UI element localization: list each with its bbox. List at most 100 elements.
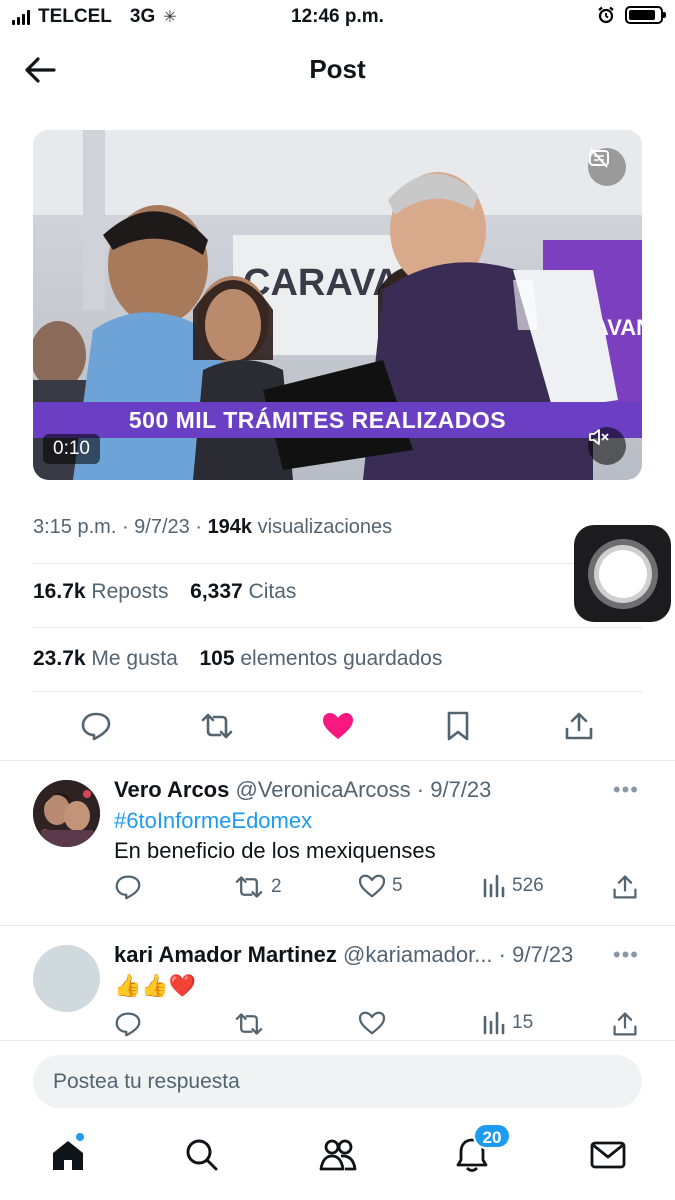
reply-input[interactable]: Postea tu respuesta (33, 1055, 642, 1108)
reply-share-button[interactable] (612, 1011, 638, 1037)
status-bar: TELCEL 3G ✳ 12:46 p.m. (0, 0, 675, 36)
share-icon (613, 1012, 637, 1036)
captions-button[interactable] (588, 148, 626, 186)
volume-muted-icon (589, 429, 609, 445)
tab-search[interactable] (180, 1133, 224, 1177)
repost-stats: 16.7k Reposts 6,337 Citas (33, 580, 296, 604)
reply-views-count: 15 (512, 1012, 534, 1033)
reply-author-handle[interactable]: @kariamador... (343, 942, 493, 967)
reply-repost-count: 2 (271, 876, 282, 897)
reposts-label: Reposts (91, 580, 169, 603)
reply-repost-button[interactable]: 2 (233, 874, 282, 900)
likes-link[interactable]: 23.7k Me gusta (33, 647, 178, 670)
reply-action-bar: 15 (0, 1011, 675, 1041)
heart-filled-icon (323, 713, 353, 739)
likes-label: Me gusta (91, 647, 178, 670)
search-icon (186, 1139, 218, 1171)
reply-header: Vero Arcos @VeronicaArcoss · 9/7/23 (114, 777, 492, 802)
reply-action-bar: 2 5 526 (0, 874, 675, 904)
post-date: 9/7/23 (134, 516, 190, 538)
reply-views-button[interactable]: 15 (482, 1011, 533, 1035)
share-icon (565, 712, 593, 740)
likes-count: 23.7k (33, 647, 86, 670)
bookmark-icon (447, 711, 469, 741)
views-chart-icon (483, 874, 505, 898)
reply-author-handle[interactable]: @VeronicaArcoss (235, 777, 410, 802)
messages-icon (590, 1141, 626, 1169)
retweet-icon (235, 1013, 263, 1035)
divider (33, 691, 642, 692)
reply-repost-button[interactable] (233, 1011, 265, 1037)
tab-messages[interactable] (586, 1133, 630, 1177)
divider (33, 563, 642, 564)
quotes-label: Citas (248, 580, 297, 603)
reposts-count: 16.7k (33, 580, 86, 603)
background-sign-text: CARAVA (243, 262, 400, 304)
share-button[interactable] (561, 708, 597, 744)
retweet-icon (201, 713, 233, 739)
reply-item[interactable]: kari Amador Martinez @kariamador... · 9/… (0, 925, 675, 1040)
status-right (597, 6, 666, 24)
status-time: 12:46 p.m. (291, 6, 384, 27)
views-count: 194k (207, 516, 253, 538)
post-action-bar (0, 700, 675, 752)
more-options-icon[interactable]: ••• (613, 942, 639, 968)
reply-date: 9/7/23 (512, 942, 574, 967)
reply-author-name[interactable]: kari Amador Martinez (114, 942, 337, 967)
hashtag-link[interactable]: #6toInformeEdomex (114, 808, 436, 834)
bookmarks-label: elementos guardados (240, 647, 443, 670)
like-button[interactable] (320, 708, 356, 744)
reply-author-name[interactable]: Vero Arcos (114, 777, 229, 802)
captions-off-icon (589, 148, 609, 168)
reply-body: 👍👍❤️ (114, 973, 197, 998)
heart-icon (358, 1011, 386, 1035)
repost-button[interactable] (199, 708, 235, 744)
video-duration-badge: 0:10 (43, 434, 100, 464)
home-icon (53, 1141, 83, 1170)
assistive-touch-button[interactable] (574, 525, 671, 622)
avatar[interactable] (33, 945, 100, 1012)
post-meta: 3:15 p.m. · 9/7/23 · 194k visualizacione… (33, 516, 393, 538)
quotes-link[interactable]: 6,337 Citas (190, 580, 296, 603)
reply-views-count: 526 (512, 875, 544, 896)
retweet-icon (235, 876, 263, 898)
reply-body: En beneficio de los mexiquenses (114, 838, 436, 863)
reply-like-button[interactable] (358, 1011, 386, 1035)
bookmarks-count: 105 (199, 647, 235, 670)
home-unread-dot (75, 1132, 85, 1142)
tab-communities[interactable] (316, 1133, 360, 1177)
views-label: visualizaciones (257, 516, 393, 538)
reply-like-button[interactable]: 5 (358, 874, 403, 898)
bookmark-button[interactable] (440, 708, 476, 744)
reply-icon (115, 875, 141, 900)
like-stats: 23.7k Me gusta 105 elementos guardados (33, 647, 442, 671)
page-title: Post (309, 54, 366, 84)
reply-views-button[interactable]: 526 (482, 874, 544, 898)
video-banner-text: 500 MIL TRÁMITES REALIZADOS (128, 407, 507, 433)
heart-icon (358, 874, 386, 898)
reply-header: kari Amador Martinez @kariamador... · 9/… (114, 942, 574, 967)
reply-icon (81, 712, 111, 741)
reposts-link[interactable]: 16.7k Reposts (33, 580, 168, 603)
share-icon (613, 875, 637, 899)
reply-like-count: 5 (392, 875, 403, 896)
reply-reply-button[interactable] (114, 1011, 142, 1037)
battery-icon (625, 6, 666, 24)
bookmarks-link[interactable]: 105 elementos guardados (199, 647, 442, 670)
video-player[interactable]: CARAVA AVAN 500 MIL TRÁMITES REALIZADOS (33, 130, 642, 480)
reply-icon (115, 1012, 141, 1037)
reply-item[interactable]: Vero Arcos @VeronicaArcoss · 9/7/23 ••• … (0, 760, 675, 925)
reply-reply-button[interactable] (114, 874, 142, 900)
notifications-badge: 20 (473, 1123, 511, 1149)
reply-date: 9/7/23 (430, 777, 492, 802)
more-options-icon[interactable]: ••• (613, 777, 639, 803)
reply-text: #6toInformeEdomex En beneficio de los me… (114, 808, 436, 864)
avatar[interactable] (33, 780, 100, 847)
reply-button[interactable] (78, 708, 114, 744)
mute-button[interactable] (588, 427, 626, 465)
divider (33, 627, 642, 628)
reply-share-button[interactable] (612, 874, 638, 900)
alarm-icon (598, 6, 614, 24)
communities-icon (319, 1139, 357, 1171)
top-bar: Post (0, 36, 675, 104)
